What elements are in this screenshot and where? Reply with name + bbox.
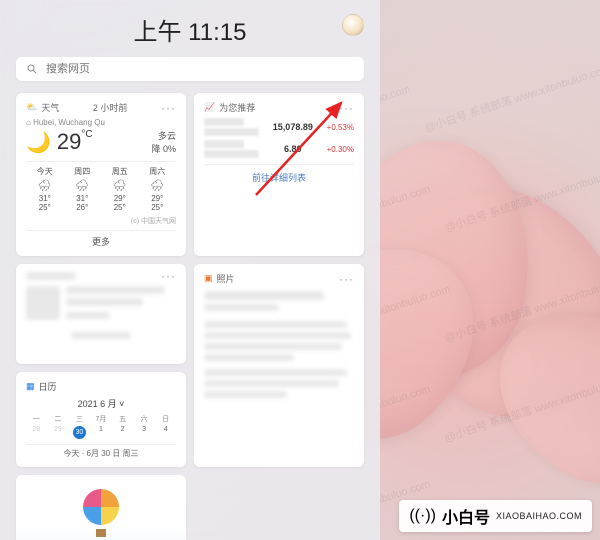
calendar-today-label: 今天 · 6月 30 日 周三 [26, 444, 176, 459]
weather-title: 天气 [41, 101, 59, 114]
weather-condition: 多云 [151, 129, 176, 142]
stock-change: +0.30% [327, 145, 354, 154]
weather-widget[interactable]: ⛅ 天气 2 小时前 ··· ⌂ Hubei, Wuchang Qu 🌙 29°… [16, 93, 186, 256]
stock-value: 6.80 [284, 144, 302, 154]
calendar-today[interactable]: 30 [73, 426, 86, 439]
forecast-day[interactable]: 今天🌧31°25° [26, 166, 64, 212]
forecast-day[interactable]: 周六🌧29°25° [139, 166, 177, 212]
stock-value: 15,078.89 [273, 122, 313, 132]
weather-update-time: 2 小时前 [93, 101, 128, 114]
forecast-day[interactable]: 周四🌧31°26° [64, 166, 102, 212]
photos-more-menu[interactable]: ··· [339, 275, 354, 283]
weather-condition-icon: 🌙 [26, 130, 51, 155]
photos-widget[interactable]: ▣ 照片 ··· [194, 264, 364, 467]
calendar-grid: 一二三7月五六日 2829301234 [26, 414, 176, 440]
news-widget[interactable]: ··· [16, 264, 186, 364]
stock-row[interactable]: 6.80 +0.30% [204, 140, 354, 158]
recommend-title: 为您推荐 [219, 101, 255, 114]
weather-source: (c) 中国天气网 [26, 216, 176, 226]
calendar-title: 日历 [39, 380, 57, 393]
news-more-menu[interactable]: ··· [161, 272, 176, 280]
photos-icon: ▣ [204, 273, 213, 284]
weather-feels: 降 0% [151, 142, 176, 155]
recommend-widget[interactable]: 📈 为您推荐 ··· 15,078.89 +0.53% 6.80 +0.30% … [194, 93, 364, 256]
weather-more-menu[interactable]: ··· [161, 104, 176, 112]
user-avatar[interactable] [342, 14, 364, 36]
clock: 上午 11:15 [16, 12, 364, 47]
photos-title: 照片 [217, 272, 235, 285]
weather-glyph-icon: ⛅ [26, 102, 37, 113]
weather-more-link[interactable]: 更多 [26, 230, 176, 248]
broadcast-icon: ((·)) [409, 507, 436, 525]
brand-en: XIAOBAIHAO.COM [496, 511, 582, 521]
chevron-down-icon[interactable]: ˅ [119, 399, 124, 409]
weather-temp: 29°C [57, 129, 93, 155]
search-bar[interactable] [16, 57, 364, 81]
search-input[interactable] [46, 63, 354, 75]
recommend-more-menu[interactable]: ··· [339, 104, 354, 112]
weather-location: Hubei, Wuchang Qu [33, 118, 105, 127]
trend-icon: 📈 [204, 102, 215, 113]
forecast-row: 今天🌧31°25° 周四🌧31°26° 周五🌧29°25° 周六🌧29°25° [26, 161, 176, 212]
branding-badge: ((·)) 小白号 XIAOBAIHAO.COM [399, 500, 592, 532]
calendar-icon: ▦ [26, 381, 35, 392]
search-icon [26, 63, 38, 75]
calendar-widget[interactable]: ▦ 日历 2021 6 月 ˅ 一二三7月五六日 2829301234 今天 ·… [16, 372, 186, 467]
stock-row[interactable]: 15,078.89 +0.53% [204, 118, 354, 136]
forecast-day[interactable]: 周五🌧29°25° [101, 166, 139, 212]
brand-cn: 小白号 [442, 504, 490, 528]
location-icon: ⌂ [26, 118, 31, 127]
calendar-month: 2021 6 月 [78, 399, 117, 409]
balloon-illustration [83, 489, 119, 533]
recommend-detail-link[interactable]: 前往详细列表 [204, 164, 354, 184]
tips-widget[interactable]: 跳转到顶部 [16, 475, 186, 540]
stock-change: +0.53% [327, 123, 354, 132]
panel-header: 上午 11:15 [16, 12, 364, 47]
widgets-panel: 上午 11:15 ⛅ 天气 2 小时前 ··· ⌂ Hubei, Wuchang… [0, 0, 380, 540]
